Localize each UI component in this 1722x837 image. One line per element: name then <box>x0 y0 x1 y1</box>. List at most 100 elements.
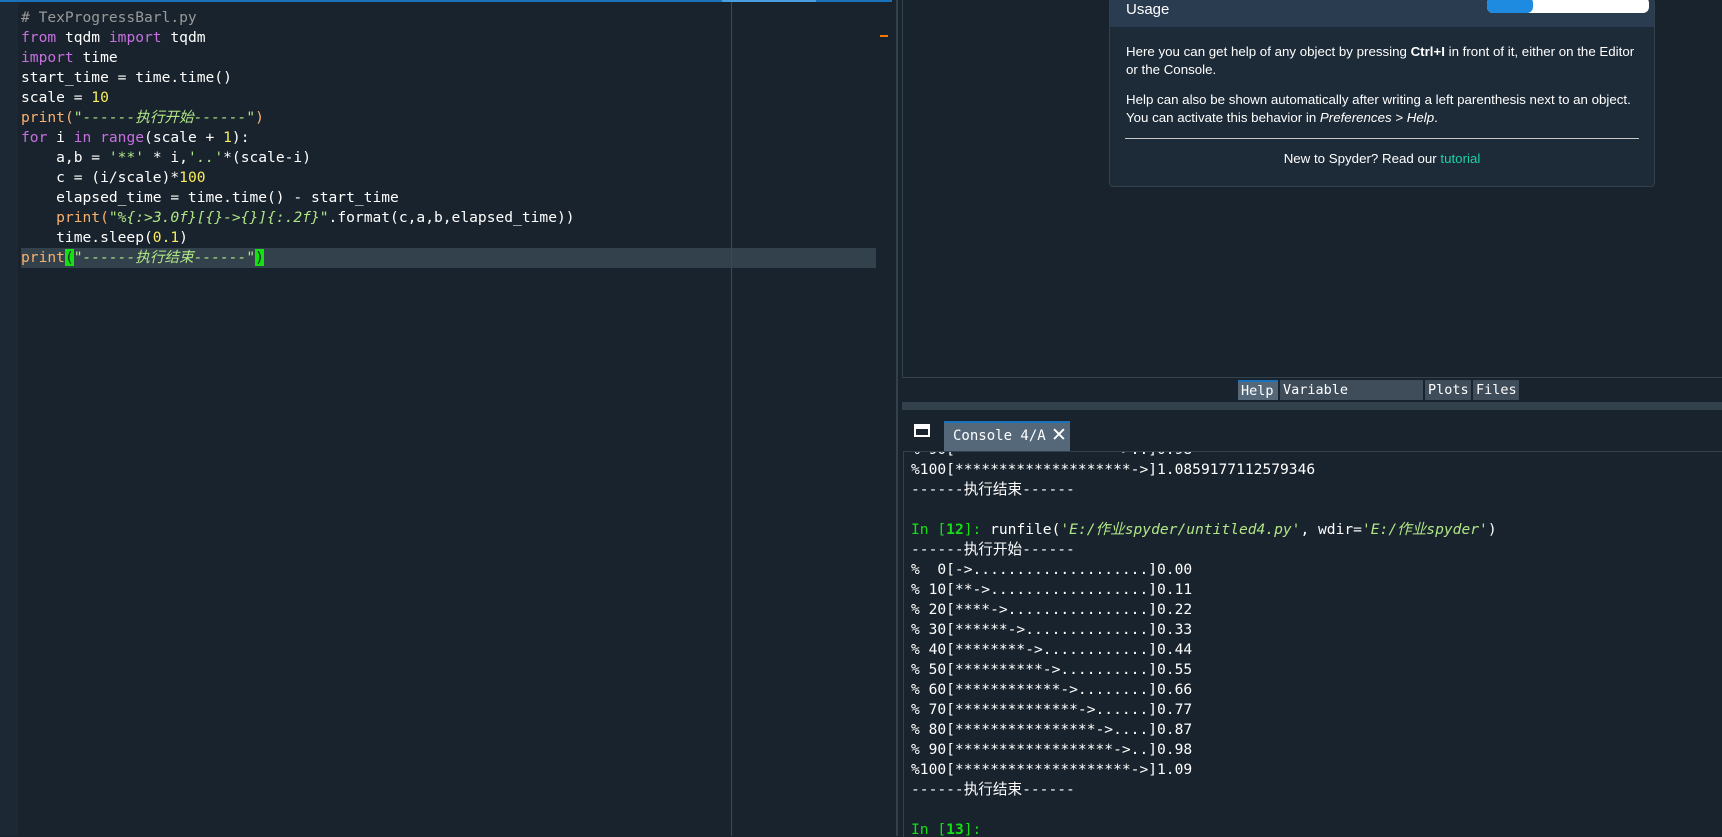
code-line-token: c = (i/scale)* <box>21 169 180 186</box>
shortcut-key: Ctrl+I <box>1410 44 1445 59</box>
editor-scrollbar[interactable] <box>876 2 892 836</box>
console-line-token: % 0[->....................]0.00 <box>911 561 1193 578</box>
code-line-token: "------执行开始------" <box>73 109 256 126</box>
tab-variable-explorer[interactable]: Variable Explorer <box>1280 380 1423 418</box>
code-line-token: 10 <box>91 89 109 106</box>
tab-plots[interactable]: Plots <box>1425 380 1471 400</box>
console-line: %100[********************->]1.0859177112… <box>911 460 1497 480</box>
code-line-token: "------执行结束------" <box>73 249 256 266</box>
code-line-token: tqdm <box>56 29 109 46</box>
code-line-token: *(scale-i) <box>223 149 311 166</box>
editor-tab-indicator <box>722 0 816 2</box>
console-line-token: % 90[******************->..]0.98 <box>911 741 1193 758</box>
code-line-token <box>91 129 100 146</box>
scrollbar-warning-marker <box>880 35 888 37</box>
console-line-token: %100[********************->]1.09 <box>911 761 1193 778</box>
horizontal-splitter[interactable] <box>902 402 1722 410</box>
code-line: scale = 10 <box>21 88 877 108</box>
code-line-token: 0.1 <box>152 229 180 246</box>
console-line: % 60[************->........]0.66 <box>911 680 1497 700</box>
console-line-token: % 80[****************->....]0.87 <box>911 721 1193 738</box>
tab-files[interactable]: Files <box>1473 380 1519 400</box>
code-line-token: print <box>21 109 65 126</box>
code-line: time.sleep(0.1) <box>21 228 877 248</box>
splitter-handle <box>896 0 898 836</box>
tab-help[interactable]: Help <box>1238 380 1278 400</box>
code-line-token: .format(c,a,b,elapsed_time)) <box>328 209 575 226</box>
code-line-token: # TexProgressBarl.py <box>21 9 197 26</box>
console-line-token: runfile( <box>990 521 1061 538</box>
toggle-knob <box>1487 0 1533 13</box>
console-line-token: 'E:/作业spyder' <box>1361 521 1488 538</box>
help-paragraph-1: Here you can get help of any object by p… <box>1126 43 1636 79</box>
edge-line <box>731 2 732 836</box>
console-line-token: % 60[************->........]0.66 <box>911 681 1193 698</box>
console-browse-tabs-icon[interactable] <box>914 424 930 437</box>
help-pane: Usage Here you can get help of any objec… <box>902 0 1722 378</box>
help-paragraph-2: Help can also be shown automatically aft… <box>1126 91 1636 127</box>
console-line: % 70[**************->......]0.77 <box>911 700 1497 720</box>
console-line-token: % 50[**********->..........]0.55 <box>911 661 1193 678</box>
console-line-token: % 20[****->................]0.22 <box>911 601 1193 618</box>
console-line: % 90[******************->..]0.98 <box>911 452 1497 460</box>
code-line: for i in range(scale + 1): <box>21 128 877 148</box>
code-line-token: from <box>21 29 57 46</box>
source-toggle[interactable] <box>1487 0 1649 13</box>
code-line-token: a,b = <box>21 149 109 166</box>
console-output[interactable]: % 90[******************->..]0.98 %100[***… <box>903 451 1722 837</box>
console-line-token: ------执行结束------ <box>911 481 1075 498</box>
code-line: import time <box>21 48 877 68</box>
code-line-token: ( <box>64 109 74 126</box>
code-line-token: in <box>73 129 92 146</box>
code-line-token: time.sleep( <box>21 229 153 246</box>
code-line: print("%{:>3.0f}[{}->{}]{:.2f}".format(c… <box>21 208 877 228</box>
code-line-token: import <box>21 49 74 66</box>
code-line-token: ) <box>255 109 264 126</box>
console-line-token: , wdir= <box>1300 521 1362 538</box>
help-footer: New to Spyder? Read our tutorial <box>1110 151 1654 166</box>
console-line-token: % 10[**->..................]0.11 <box>911 581 1193 598</box>
usage-header: Usage <box>1110 0 1654 27</box>
console-line: ------执行结束------ <box>911 780 1497 800</box>
console-line: ------执行开始------ <box>911 540 1497 560</box>
console-line: % 10[**->..................]0.11 <box>911 580 1497 600</box>
code-line-token: print <box>21 249 65 266</box>
code-line-token: scale = <box>21 89 92 106</box>
console-line-token: 'E:/作业spyder/untitled4.py' <box>1060 521 1301 538</box>
code-line: from tqdm import tqdm <box>21 28 877 48</box>
code-line-token: 1 <box>223 129 232 146</box>
console-line-token: % 70[**************->......]0.77 <box>911 701 1193 718</box>
console-line-token: 12 <box>946 521 964 538</box>
tab-console[interactable]: Console 4/A ✕ <box>944 421 1070 451</box>
console-line-token: ------执行开始------ <box>911 541 1075 558</box>
code-line-token: i <box>47 129 74 146</box>
code-line-token: elapsed_time = time.time() - start_time <box>21 189 399 206</box>
code-line-token: import <box>108 29 162 46</box>
code-line-token: tqdm <box>161 29 206 46</box>
code-line-token: ( <box>100 209 109 226</box>
code-line-token <box>21 209 56 226</box>
code-line-token: "%{:>3.0f}[{}->{}]{:.2f}" <box>108 209 329 226</box>
console-line-token: ) <box>1487 521 1497 538</box>
code-line-token: start_time = time.time() <box>21 69 232 86</box>
console-line: % 80[****************->....]0.87 <box>911 720 1497 740</box>
code-editor[interactable]: # TexProgressBarl.py from tqdm import tqd… <box>0 0 892 836</box>
code-line-token: ) <box>179 229 188 246</box>
console-line-token: 13 <box>946 821 964 837</box>
help-p1-text: Here you can get help of any object by p… <box>1126 44 1411 59</box>
console-line: % 90[******************->..]0.98 <box>911 740 1497 760</box>
close-icon[interactable]: ✕ <box>1051 424 1067 446</box>
console-line: % 30[******->..............]0.33 <box>911 620 1497 640</box>
code-line: print("------执行结束------") <box>21 248 877 268</box>
tutorial-link[interactable]: tutorial <box>1440 151 1480 166</box>
console-line-token: %100[********************->]1.0859177112… <box>911 461 1316 478</box>
code-lines[interactable]: # TexProgressBarl.py from tqdm import tqd… <box>21 8 877 268</box>
code-line-token: ) <box>255 249 264 266</box>
console-line-token: ]: <box>963 521 991 538</box>
divider <box>1125 138 1639 139</box>
console-lines: % 90[******************->..]0.98 %100[***… <box>911 452 1497 837</box>
console-line: In [13]: <box>911 820 1497 837</box>
code-line: # TexProgressBarl.py <box>21 8 877 28</box>
